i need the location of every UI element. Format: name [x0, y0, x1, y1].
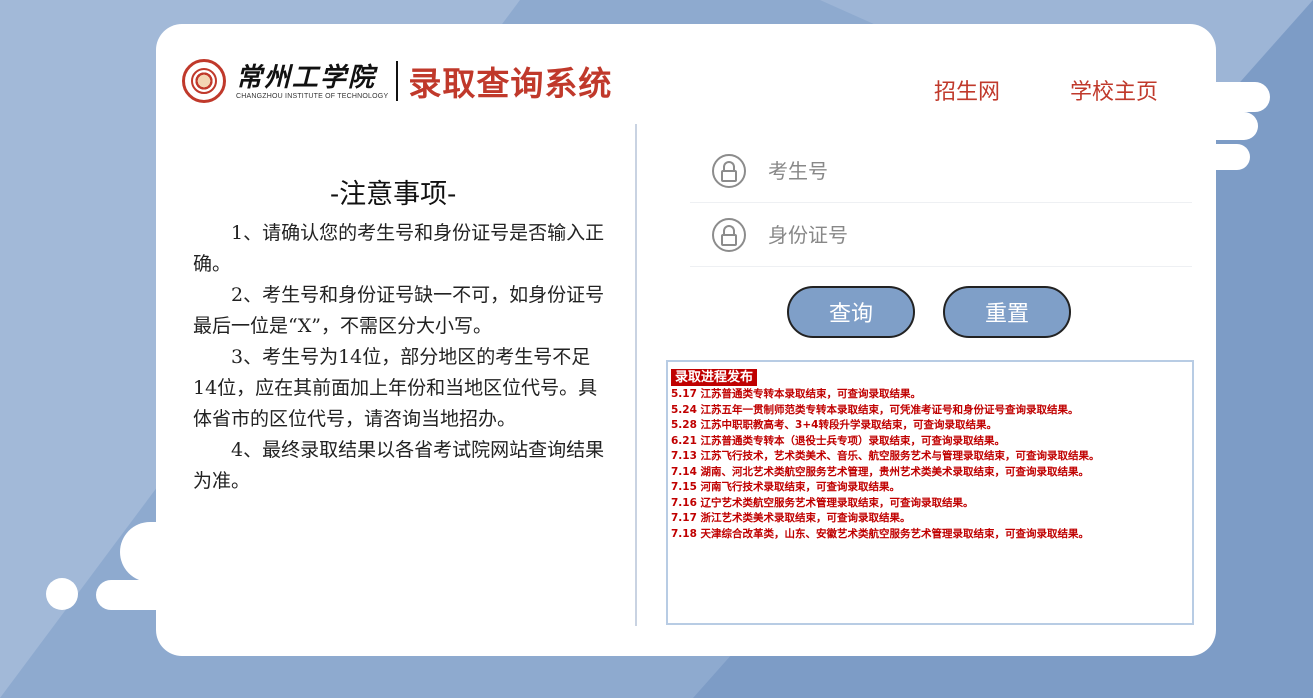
lock-icon [712, 154, 746, 188]
news-heading: 录取进程发布 [671, 369, 758, 386]
lock-icon [712, 218, 746, 252]
news-item: 7.14 湖南、河北艺术类航空服务艺术管理，贵州艺术类美术录取结束，可查询录取结… [671, 465, 1090, 478]
decor-dot [46, 578, 78, 610]
id-number-field [690, 204, 1192, 267]
news-item: 7.13 江苏飞行技术，艺术类美术、音乐、航空服务艺术与管理录取结束，可查询录取… [671, 450, 1100, 462]
school-seal-icon [182, 59, 226, 103]
note-item: 2、考生号和身份证号缺一不可，如身份证号最后一位是“X”，不需区分大小写。 [193, 284, 605, 337]
nav-link-homepage[interactable]: 学校主页 [1070, 74, 1158, 106]
notes-list: 1、请确认您的考生号和身份证号是否输入正确。 2、考生号和身份证号缺一不可，如身… [193, 218, 607, 497]
news-item: 7.15 河南飞行技术录取结束，可查询录取结果。 [671, 481, 901, 493]
school-name-en: CHANGZHOU INSTITUTE OF TECHNOLOGY [236, 92, 389, 100]
news-item: 7.16 辽宁艺术类航空服务艺术管理录取结束，可查询录取结果。 [671, 496, 974, 509]
news-item: 6.21 江苏普通类专转本（退役士兵专项）录取结束，可查询录取结果。 [671, 434, 1006, 447]
id-number-input[interactable] [766, 222, 1170, 248]
title-divider [396, 61, 399, 101]
admission-progress-panel: 录取进程发布 5.17 江苏普通类专转本录取结束，可查询录取结果。 5.24 江… [666, 360, 1194, 625]
news-item: 7.18 天津综合改革类，山东、安徽艺术类航空服务艺术管理录取结束，可查询录取结… [671, 527, 1090, 540]
news-item: 5.24 江苏五年一贯制师范类专转本录取结束，可凭准考证号和身份证号查询录取结果… [671, 403, 1079, 416]
exam-number-field [690, 140, 1192, 203]
exam-number-input[interactable] [766, 158, 1170, 184]
reset-button[interactable]: 重置 [943, 286, 1071, 338]
query-button[interactable]: 查询 [787, 286, 915, 338]
logo[interactable]: 常州工学院 CHANGZHOU INSTITUTE OF TECHNOLOGY … [182, 56, 612, 106]
note-item: 1、请确认您的考生号和身份证号是否输入正确。 [193, 222, 605, 275]
news-item: 7.17 浙江艺术类美术录取结束，可查询录取结果。 [671, 512, 911, 524]
system-title: 录取查询系统 [408, 64, 613, 103]
note-item: 3、考生号为14位，部分地区的考生号不足14位，应在其前面加上年份和当地区位代号… [193, 346, 598, 430]
vertical-divider [635, 124, 637, 626]
news-list: 5.17 江苏普通类专转本录取结束，可查询录取结果。 5.24 江苏五年一贯制师… [671, 387, 1192, 542]
school-name-cn: 常州工学院 [236, 62, 377, 93]
news-item: 5.28 江苏中职职教高考、3+4转段升学录取结束，可查询录取结果。 [671, 419, 997, 431]
note-item: 4、最终录取结果以各省考试院网站查询结果为准。 [193, 439, 605, 492]
nav-link-admissions[interactable]: 招生网 [934, 74, 1000, 106]
news-item: 5.17 江苏普通类专转本录取结束，可查询录取结果。 [671, 388, 922, 400]
notes-title: -注意事项- [330, 179, 457, 210]
